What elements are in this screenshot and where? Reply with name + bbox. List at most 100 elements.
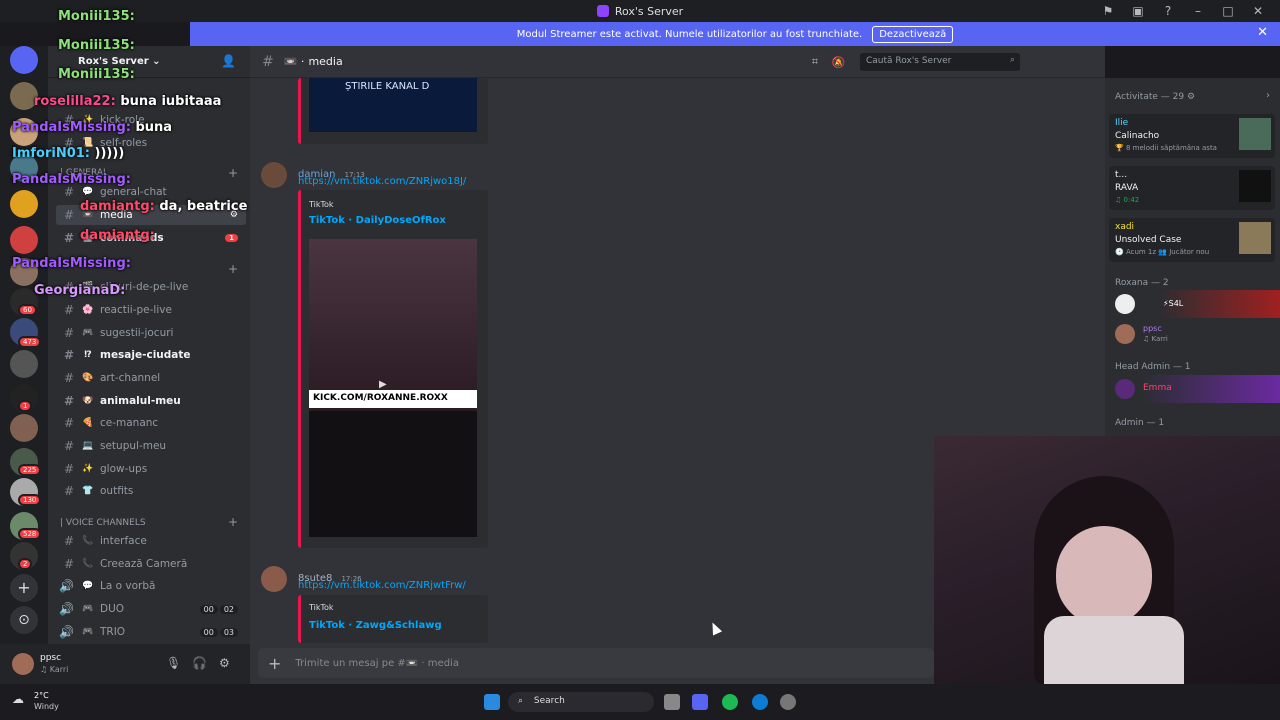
channel-item[interactable]: # 👕 outfits bbox=[48, 481, 250, 501]
channel-item[interactable]: # 🌸 reactii-pe-live bbox=[48, 300, 250, 320]
activity-card[interactable]: Ilie Calinacho 🏆 8 melodii săptămâna ast… bbox=[1109, 114, 1275, 158]
add-channel-icon[interactable]: + bbox=[228, 515, 238, 529]
user-status: ♫ Karri bbox=[40, 665, 69, 674]
unread-badge: 1 bbox=[18, 400, 33, 412]
invite-icon[interactable]: 👤 bbox=[221, 54, 236, 68]
chevron-right-icon[interactable]: › bbox=[1266, 90, 1270, 101]
avatar[interactable] bbox=[12, 653, 34, 675]
channel-name: general-chat bbox=[100, 186, 167, 198]
add-attachment-icon[interactable]: + bbox=[268, 654, 281, 673]
minimize-icon[interactable]: – bbox=[1190, 4, 1206, 18]
settings-icon[interactable] bbox=[780, 694, 796, 710]
voice-channel[interactable]: 🔊 🎮 DUO 00 02 bbox=[48, 599, 250, 619]
message-link[interactable]: https://vm.tiktok.com/ZNRjwo18J/ bbox=[298, 176, 466, 187]
voice-channel[interactable]: # 📞 Creează Cameră bbox=[48, 554, 250, 574]
embed-video[interactable]: KICK.COM/ROXANNE.ROXX ▶ bbox=[309, 239, 477, 537]
avatar bbox=[1115, 379, 1135, 399]
server-name: Rox's Server ⌄ bbox=[78, 56, 161, 67]
member-item[interactable]: ppsc ♫ Karri bbox=[1105, 320, 1280, 348]
member-name: Emma bbox=[1143, 383, 1172, 393]
mention-badge: 1 bbox=[225, 234, 238, 242]
activity-header: Activitate — 29 ⚙ bbox=[1115, 92, 1196, 102]
disable-streamer-button[interactable]: Dezactivează bbox=[872, 25, 954, 43]
threads-icon[interactable]: ⌗ bbox=[812, 55, 818, 69]
message-link[interactable]: https://vm.tiktok.com/ZNRjwtFrw/ bbox=[298, 580, 466, 591]
voice-channel[interactable]: 🔊 🎮 TRIO 00 03 bbox=[48, 622, 250, 642]
search-input[interactable]: Caută Rox's Server ⌕ bbox=[860, 53, 1020, 71]
channel-emoji: 📞 bbox=[82, 536, 94, 546]
play-icon[interactable]: ▶ bbox=[379, 379, 387, 390]
server-icon[interactable] bbox=[10, 414, 38, 442]
chat-line: PandaIsMissing: bbox=[12, 256, 131, 271]
channel-emoji: 🍕 bbox=[82, 418, 94, 428]
add-channel-icon[interactable]: + bbox=[228, 262, 238, 276]
activity-sub: 🏆 8 melodii săptămâna asta bbox=[1115, 144, 1217, 152]
channel-item[interactable]: # ✨ glow-ups bbox=[48, 459, 250, 479]
channel-item[interactable]: # ⁉ mesaje-ciudate bbox=[48, 345, 250, 365]
spotify-icon[interactable] bbox=[722, 694, 738, 710]
member-item[interactable]: ⚡S4L bbox=[1105, 290, 1280, 318]
role-header: Roxana — 2 bbox=[1115, 278, 1169, 288]
channel-item[interactable]: # 💻 setupul-meu bbox=[48, 436, 250, 456]
member-item[interactable]: Emma bbox=[1105, 375, 1280, 403]
chat-line: Moniii135: bbox=[58, 9, 135, 24]
unread-badge: 528 bbox=[18, 528, 42, 540]
start-icon[interactable] bbox=[484, 694, 500, 710]
discord-icon[interactable] bbox=[692, 694, 708, 710]
channel-name: La o vorbă bbox=[100, 580, 156, 592]
channel-item[interactable]: # 🎨 art-channel bbox=[48, 368, 250, 388]
member-name: ⚡S4L bbox=[1163, 299, 1184, 308]
gear-icon[interactable]: ⚙ bbox=[219, 656, 230, 670]
channel-emoji: 💬 bbox=[82, 187, 94, 197]
server-icon-dm[interactable] bbox=[10, 46, 38, 74]
inbox-icon[interactable]: ▣ bbox=[1130, 4, 1146, 18]
voice-channel[interactable]: 🔊 💬 La o vorbă bbox=[48, 576, 250, 596]
add-channel-icon[interactable]: + bbox=[228, 166, 238, 180]
edge-icon[interactable] bbox=[752, 694, 768, 710]
voice-channel[interactable]: # 📞 interface bbox=[48, 531, 250, 551]
message-composer[interactable]: + Trimite un mesaj pe #📼 · media bbox=[258, 648, 934, 678]
maximize-icon[interactable]: □ bbox=[1220, 4, 1236, 18]
activity-card[interactable]: xadi Unsolved Case 🕑 Acum 1z 👥 Jucător n… bbox=[1109, 218, 1275, 262]
channel-emoji: 🎮 bbox=[82, 604, 94, 614]
embed-image[interactable]: ȘTIRILE KANAL D bbox=[309, 78, 477, 132]
microphone-icon[interactable]: 🎙 bbox=[166, 656, 181, 670]
discover-icon[interactable]: ⊙ bbox=[10, 606, 38, 634]
add-server-icon[interactable]: + bbox=[10, 574, 38, 602]
hash-icon: # bbox=[262, 53, 274, 70]
channel-item[interactable]: # 🍕 ce-mananc bbox=[48, 413, 250, 433]
video-thumbnail bbox=[309, 239, 477, 411]
activity-card[interactable]: t... RAVA ♫ 0:42 bbox=[1109, 166, 1275, 210]
close-window-icon[interactable]: ✕ bbox=[1250, 4, 1266, 18]
taskbar-search[interactable]: ⌕ Search bbox=[508, 692, 654, 712]
channel-item[interactable]: # 🐶 animalul-meu bbox=[48, 391, 250, 411]
streamer-mode-banner: Modul Streamer este activat. Numele util… bbox=[190, 22, 1280, 46]
channel-item[interactable]: # 🎮 sugestii-jocuri bbox=[48, 323, 250, 343]
file-explorer-icon[interactable] bbox=[664, 694, 680, 710]
help-icon[interactable]: ? bbox=[1160, 4, 1176, 18]
embed-title[interactable]: TikTok · DailyDoseOfRox bbox=[309, 215, 446, 226]
close-icon[interactable]: ✕ bbox=[1257, 25, 1268, 40]
category-voice[interactable]: | VOICE CHANNELS bbox=[60, 518, 146, 528]
channel-sidebar: Rox's Server ⌄ 👤 # ✨ kick-role # 📜 self-role… bbox=[48, 46, 250, 644]
message-input[interactable]: Trimite un mesaj pe #📼 · media bbox=[295, 658, 459, 669]
server-icon[interactable] bbox=[10, 190, 38, 218]
activity-user: Ilie bbox=[1115, 118, 1129, 128]
server-icon[interactable] bbox=[10, 226, 38, 254]
channel-name: sugestii-jocuri bbox=[100, 327, 174, 339]
avatar[interactable] bbox=[261, 566, 287, 592]
embed-title[interactable]: TikTok · Zawg&Schlawg bbox=[309, 620, 442, 631]
embed-card: TikTok TikTok · Zawg&Schlawg bbox=[298, 595, 488, 643]
activity-thumbnail bbox=[1239, 170, 1271, 202]
flag-icon[interactable]: ⚑ bbox=[1100, 4, 1116, 18]
chat-line: damiantg: bbox=[80, 228, 155, 243]
avatar[interactable] bbox=[261, 162, 287, 188]
mute-icon[interactable]: 🔕 bbox=[832, 56, 846, 69]
weather-icon[interactable]: ☁ bbox=[12, 692, 24, 706]
activity-sub: ♫ 0:42 bbox=[1115, 196, 1140, 204]
headphones-icon[interactable]: 🎧 bbox=[192, 656, 207, 670]
user-limit-pill: 00 02 bbox=[199, 604, 238, 614]
member-name: ppsc bbox=[1143, 324, 1162, 333]
server-icon[interactable] bbox=[10, 350, 38, 378]
member-list: Activitate — 29 ⚙ › Ilie Calinacho 🏆 8 m… bbox=[1105, 78, 1280, 438]
